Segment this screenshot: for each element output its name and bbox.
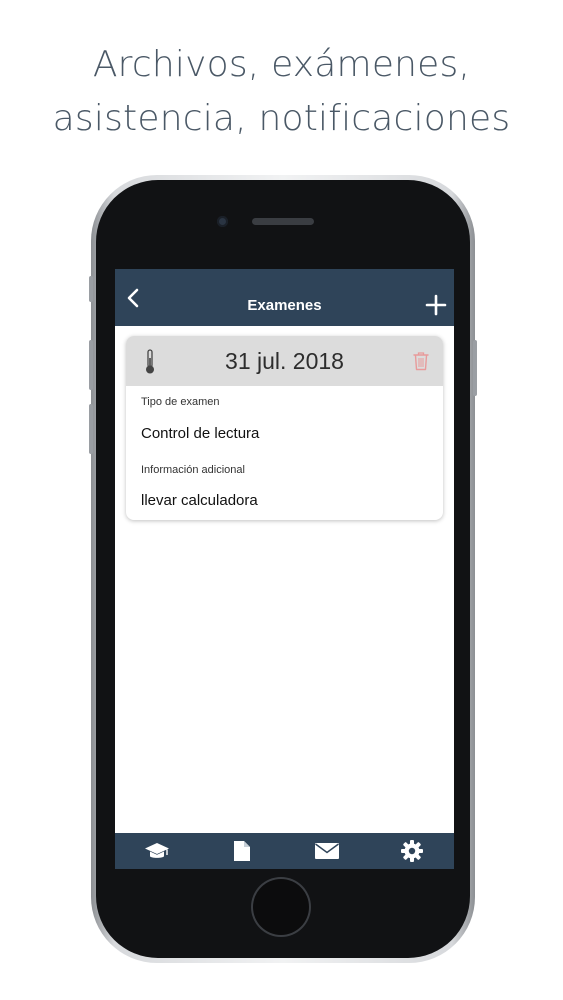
envelope-icon — [315, 843, 339, 859]
phone-power-button — [473, 340, 477, 396]
phone-mute-switch — [89, 276, 93, 302]
tab-notifications[interactable] — [285, 833, 369, 869]
phone-volume-up — [89, 340, 93, 390]
nav-title: Examenes — [247, 297, 322, 314]
promo-headline: Archivos, exámenes, asistencia, notifica… — [0, 38, 563, 146]
delete-exam-button[interactable] — [413, 351, 429, 371]
home-button[interactable] — [253, 879, 309, 935]
headline-line-2: asistencia, notificaciones — [52, 98, 511, 139]
exam-card-header: 31 jul. 2018 — [126, 336, 443, 386]
tab-settings[interactable] — [370, 833, 454, 869]
tab-files[interactable] — [200, 833, 284, 869]
exam-date: 31 jul. 2018 — [225, 348, 344, 374]
document-icon — [234, 841, 250, 861]
trash-icon — [413, 352, 429, 371]
front-camera — [217, 216, 228, 227]
nav-bar: Examenes — [115, 269, 454, 326]
add-exam-button[interactable] — [424, 293, 448, 317]
phone-screen: Examenes 31 jul. 2018 Tipo de examen Con… — [115, 269, 454, 869]
headline-line-1: Archivos, exámenes, — [92, 44, 471, 85]
earpiece-speaker — [252, 218, 314, 225]
graduation-cap-icon — [145, 843, 169, 858]
exam-card[interactable]: 31 jul. 2018 Tipo de examen Control de l… — [126, 336, 443, 520]
exam-type-value: Control de lectura — [141, 425, 260, 442]
extra-info-label: Información adicional — [141, 464, 245, 476]
exam-type-label: Tipo de examen — [141, 396, 220, 408]
tab-bar — [115, 833, 454, 869]
chevron-left-icon — [127, 288, 139, 308]
tab-exams[interactable] — [115, 833, 199, 869]
gear-icon — [401, 840, 423, 862]
back-button[interactable] — [121, 285, 147, 311]
phone-volume-down — [89, 404, 93, 454]
extra-info-value: llevar calculadora — [141, 492, 258, 509]
plus-icon — [425, 294, 447, 316]
